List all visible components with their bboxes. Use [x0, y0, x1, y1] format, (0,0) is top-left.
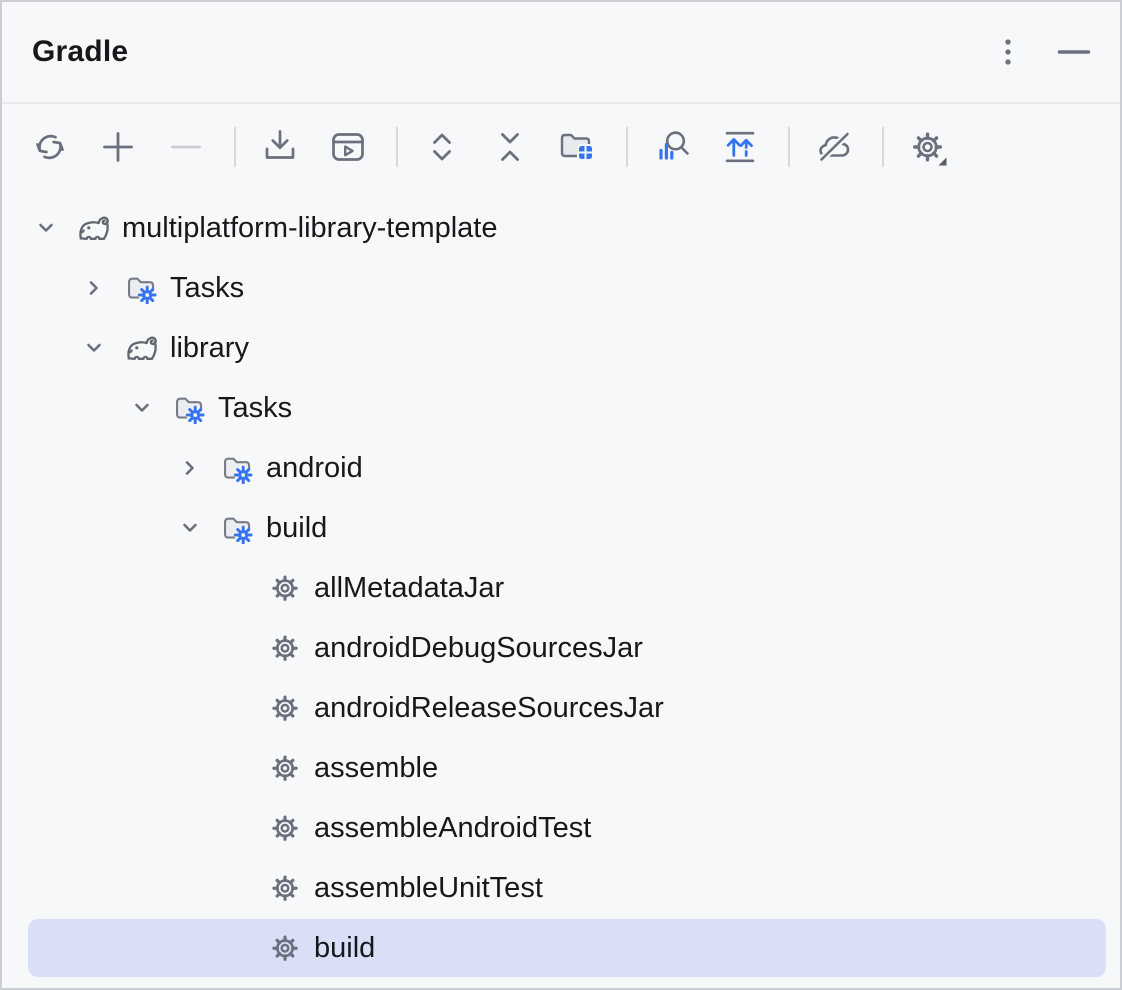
chevron-placeholder: [222, 572, 254, 604]
gradle-elephant-icon: [76, 212, 110, 244]
tree-row[interactable]: assemble: [2, 738, 1120, 798]
tree-item-label: Tasks: [170, 272, 244, 305]
double-up-arrows-icon: [718, 125, 762, 169]
chevron-placeholder: [222, 632, 254, 664]
gradle-toolbar: [2, 104, 1120, 190]
tree-item-label: assemble: [314, 752, 438, 785]
tasks-folder-icon: [124, 272, 158, 304]
dependency-analyzer-button[interactable]: [650, 125, 694, 169]
tree-row[interactable]: android: [2, 438, 1120, 498]
collapse-all-icon: [488, 125, 532, 169]
folder-grid-icon: [556, 125, 600, 169]
chevron-right-icon[interactable]: [174, 452, 206, 484]
tree-row[interactable]: build: [2, 498, 1120, 558]
download-icon: [258, 125, 302, 169]
tasks-folder-icon: [220, 452, 254, 484]
tree-item-label: library: [170, 332, 249, 365]
toolbar-separator: [788, 127, 790, 167]
gradle-tool-window: Gradle: [0, 0, 1122, 990]
chevron-placeholder: [222, 932, 254, 964]
tree-row[interactable]: assembleUnitTest: [2, 858, 1120, 918]
plus-icon: [96, 125, 140, 169]
tree-row[interactable]: androidDebugSourcesJar: [2, 618, 1120, 678]
tree-row[interactable]: allMetadataJar: [2, 558, 1120, 618]
toolbar-separator: [396, 127, 398, 167]
tree-item-label: androidDebugSourcesJar: [314, 632, 643, 665]
run-task-icon: [326, 125, 370, 169]
chevron-placeholder: [222, 692, 254, 724]
expand-all-button[interactable]: [420, 125, 464, 169]
tree-item-label: android: [266, 452, 363, 485]
toolbar-separator: [234, 127, 236, 167]
tree-row[interactable]: multiplatform-library-template: [2, 198, 1120, 258]
download-sources-button[interactable]: [258, 125, 302, 169]
tree-row[interactable]: androidReleaseSourcesJar: [2, 678, 1120, 738]
tree-row[interactable]: Tasks: [2, 378, 1120, 438]
tree-row[interactable]: library: [2, 318, 1120, 378]
gradle-task-icon: [268, 572, 302, 604]
magnifier-chart-icon: [650, 125, 694, 169]
link-gradle-project-button[interactable]: [96, 125, 140, 169]
cloud-slash-icon: [812, 125, 856, 169]
reload-icon: [28, 125, 72, 169]
minimize-icon: [1052, 30, 1096, 74]
tree-row[interactable]: Tasks: [2, 258, 1120, 318]
tree-item-label: allMetadataJar: [314, 572, 504, 605]
chevron-placeholder: [222, 752, 254, 784]
chevron-down-icon[interactable]: [126, 392, 158, 424]
gradle-task-icon: [268, 632, 302, 664]
minimize-button[interactable]: [1052, 30, 1096, 74]
tasks-folder-icon: [220, 512, 254, 544]
expand-all-icon: [420, 125, 464, 169]
chevron-placeholder: [222, 812, 254, 844]
tree-item-label: Tasks: [218, 392, 292, 425]
reload-gradle-projects-button[interactable]: [28, 125, 72, 169]
tree-item-label: assembleUnitTest: [314, 872, 543, 905]
header-actions: [986, 30, 1096, 74]
tree-row[interactable]: assembleAndroidTest: [2, 798, 1120, 858]
gradle-elephant-icon: [124, 332, 158, 364]
gradle-task-icon: [268, 692, 302, 724]
tool-window-title: Gradle: [32, 35, 128, 69]
group-tasks-button[interactable]: [556, 125, 600, 169]
toolbar-separator: [882, 127, 884, 167]
tool-window-header: Gradle: [2, 2, 1120, 104]
kebab-menu-icon: [986, 30, 1030, 74]
options-menu-button[interactable]: [986, 30, 1030, 74]
gradle-settings-button[interactable]: [906, 125, 950, 169]
tree-item-label: assembleAndroidTest: [314, 812, 591, 845]
chevron-down-icon[interactable]: [174, 512, 206, 544]
publish-button[interactable]: [718, 125, 762, 169]
tasks-folder-icon: [172, 392, 206, 424]
gradle-task-icon: [268, 752, 302, 784]
chevron-down-icon[interactable]: [30, 212, 62, 244]
minus-icon: [164, 125, 208, 169]
toolbar-separator: [626, 127, 628, 167]
chevron-placeholder: [222, 872, 254, 904]
collapse-all-button[interactable]: [488, 125, 532, 169]
chevron-down-icon[interactable]: [78, 332, 110, 364]
gradle-task-icon: [268, 872, 302, 904]
tree-row[interactable]: build: [2, 918, 1120, 978]
tree-item-label: build: [266, 512, 327, 545]
gradle-task-icon: [268, 932, 302, 964]
tree-item-label: build: [314, 932, 375, 965]
execute-gradle-task-button[interactable]: [326, 125, 370, 169]
gear-dropdown-icon: [906, 125, 950, 169]
toggle-offline-mode-button[interactable]: [812, 125, 856, 169]
gradle-task-icon: [268, 812, 302, 844]
tree-item-label: multiplatform-library-template: [122, 212, 498, 245]
gradle-tree: multiplatform-library-template Tasks lib…: [2, 190, 1120, 978]
unlink-gradle-project-button[interactable]: [164, 125, 208, 169]
chevron-right-icon[interactable]: [78, 272, 110, 304]
tree-item-label: androidReleaseSourcesJar: [314, 692, 664, 725]
